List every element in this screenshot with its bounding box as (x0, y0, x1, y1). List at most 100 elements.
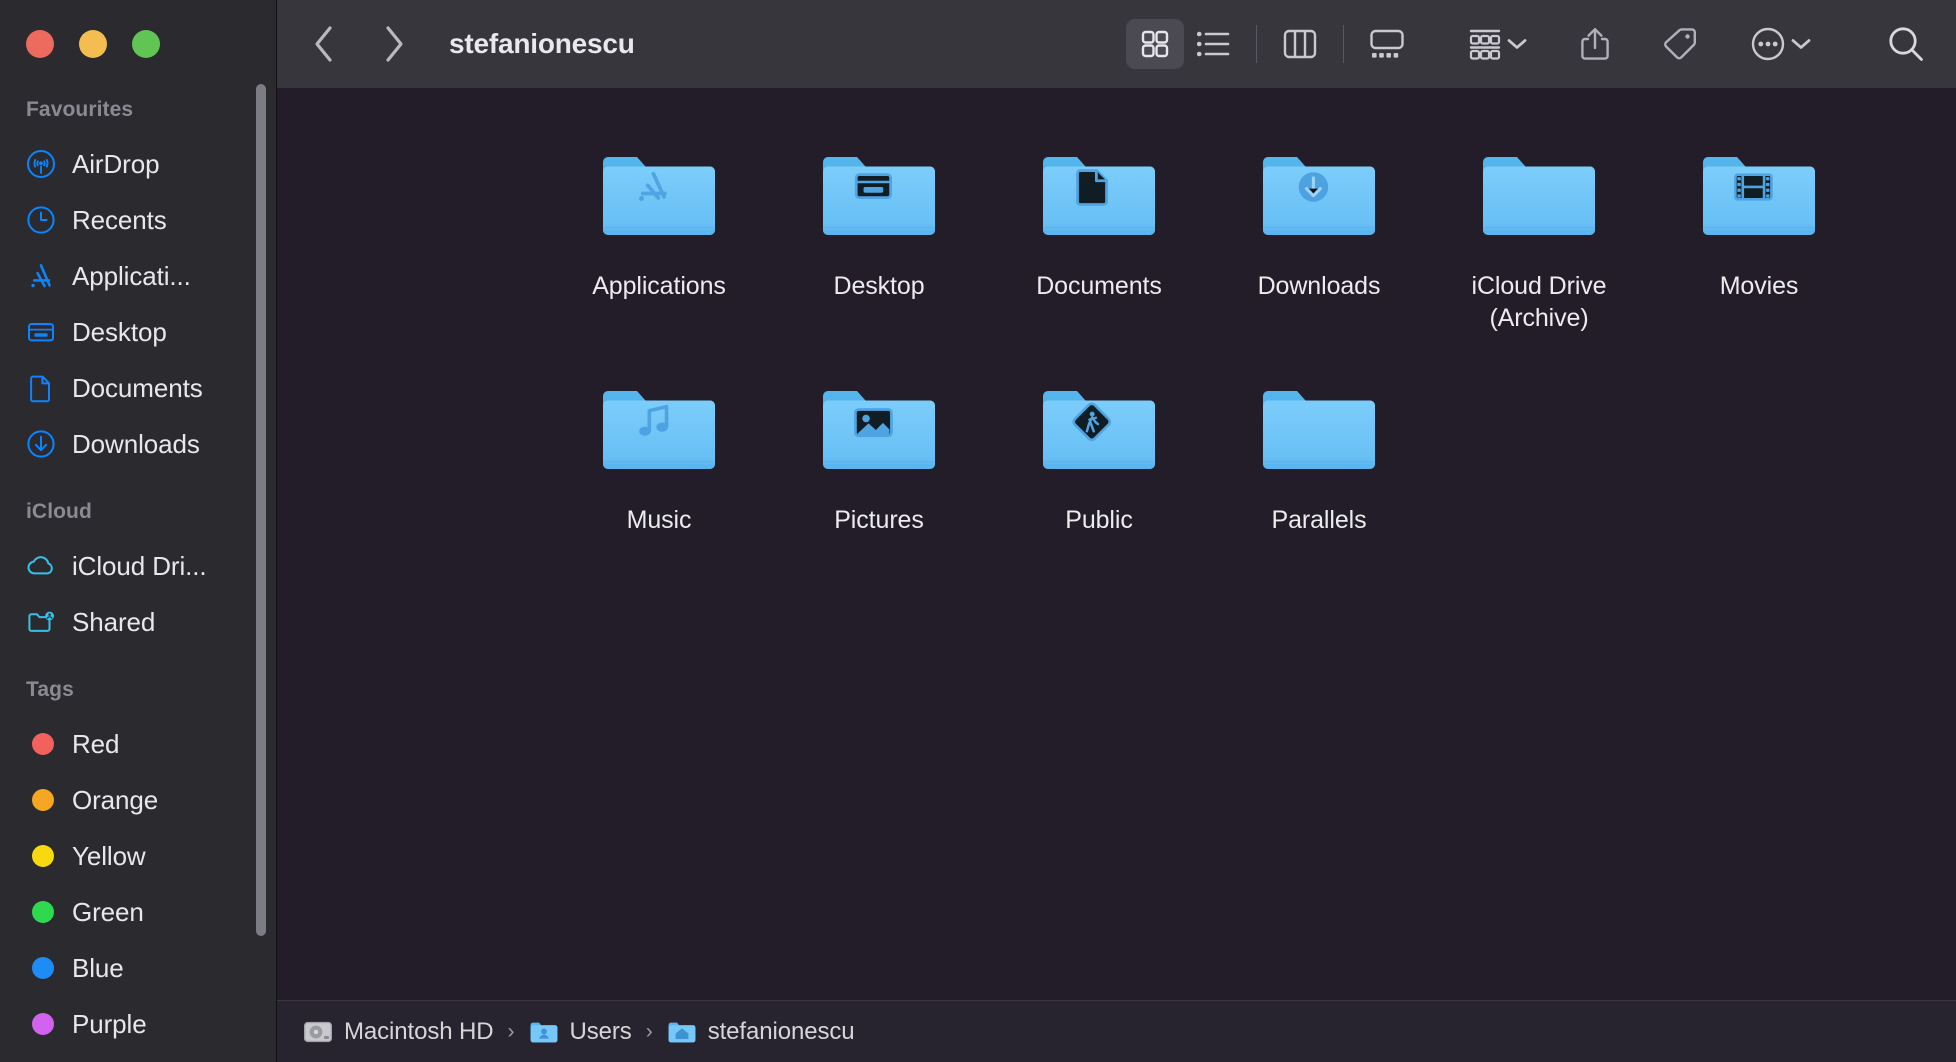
sidebar-item-label: iCloud Dri... (72, 550, 207, 581)
sidebar-item-desktop[interactable]: Desktop (0, 304, 276, 360)
file-item-label: Pictures (834, 506, 924, 534)
sidebar-section-title: iCloud (26, 500, 92, 523)
sidebar-item-label: Documents (72, 372, 203, 403)
sidebar-item-red[interactable]: Red (0, 716, 276, 772)
file-item-label: Movies (1719, 272, 1799, 300)
sidebar-item-applicati[interactable]: Applicati... (0, 248, 276, 304)
tag-dot-icon (26, 897, 56, 927)
breadcrumb-item[interactable]: Macintosh HD (303, 1018, 494, 1046)
sidebar-section-title: Tags (26, 678, 74, 701)
traffic-lights (0, 0, 276, 62)
breadcrumb-label: Users (569, 1017, 632, 1045)
clock-icon (26, 205, 56, 235)
search-button[interactable] (1886, 24, 1926, 64)
path-bar: Macintosh HD › Users › stefanionescu (277, 1000, 1956, 1062)
sidebar-section-favourites: Favourites AirDrop Recents Applicati... … (0, 98, 276, 472)
breadcrumb-label: stefanionescu (707, 1017, 855, 1045)
breadcrumb-label: Macintosh HD (344, 1017, 494, 1045)
sidebar-item-label: Yellow (72, 840, 146, 871)
file-item[interactable]: Music (549, 358, 769, 560)
main-pane: stefanionescu Applications Desktop Docum… (276, 0, 1956, 1062)
sidebar-item-airdrop[interactable]: AirDrop (0, 136, 276, 192)
file-item[interactable]: Parallels (1209, 358, 1429, 560)
view-switcher (1126, 19, 1416, 69)
sidebar-item-label: Orange (72, 784, 159, 815)
window-title: stefanionescu (449, 28, 635, 59)
toolbar-actions (1416, 24, 1926, 64)
sidebar-item-label: AirDrop (72, 148, 160, 179)
sidebar-item-green[interactable]: Green (0, 884, 276, 940)
forward-button[interactable] (373, 23, 415, 65)
breadcrumb-item[interactable]: stefanionescu (667, 1018, 855, 1046)
sidebar-item-icloud-dri[interactable]: iCloud Dri... (0, 538, 276, 594)
file-item-label: iCloud Drive (Archive) (1471, 272, 1607, 332)
close-window-button[interactable] (26, 30, 54, 58)
folder-icon (817, 144, 941, 248)
sidebar-item-label: Shared (72, 606, 156, 637)
sidebar-item-label: Applicati... (72, 260, 191, 291)
navigation-buttons (303, 23, 415, 65)
file-item[interactable]: Pictures (769, 358, 989, 560)
group-by-button[interactable] (1468, 28, 1528, 60)
file-item[interactable]: Downloads (1209, 124, 1429, 358)
tag-dot-icon (26, 841, 56, 871)
home-folder-icon (667, 1019, 697, 1045)
shared-folder-icon (26, 607, 56, 637)
share-button[interactable] (1580, 26, 1610, 62)
folder-icon (1477, 144, 1601, 248)
folder-icon (1697, 144, 1821, 248)
toolbar: stefanionescu (277, 0, 1956, 88)
sidebar-item-label: Green (72, 896, 144, 927)
minimize-window-button[interactable] (79, 30, 107, 58)
path-separator: › (645, 1019, 653, 1043)
tag-dot-icon (26, 785, 56, 815)
file-item-label: Documents (1036, 272, 1162, 300)
maximize-window-button[interactable] (132, 30, 160, 58)
sidebar-item-orange[interactable]: Orange (0, 772, 276, 828)
cloud-icon (26, 551, 56, 581)
sidebar-item-yellow[interactable]: Yellow (0, 828, 276, 884)
folder-icon (1257, 144, 1381, 248)
sidebar-item-label: Recents (72, 204, 167, 235)
file-item-label: Downloads (1257, 272, 1381, 300)
sidebar-item-documents[interactable]: Documents (0, 360, 276, 416)
sidebar-scrollbar[interactable] (256, 84, 266, 936)
back-button[interactable] (303, 23, 345, 65)
toolbar-divider (1256, 25, 1257, 63)
sidebar-item-label: Downloads (72, 428, 200, 459)
sidebar-item-downloads[interactable]: Downloads (0, 416, 276, 472)
users-folder-icon (529, 1019, 559, 1045)
sidebar-scroll-area[interactable]: Favourites AirDrop Recents Applicati... … (0, 62, 276, 1062)
more-options-button[interactable] (1750, 26, 1812, 62)
sidebar-item-purple[interactable]: Purple (0, 996, 276, 1052)
column-view-button[interactable] (1271, 19, 1329, 69)
file-item[interactable]: Movies (1649, 124, 1869, 358)
file-item[interactable]: Applications (549, 124, 769, 358)
download-icon (26, 429, 56, 459)
list-view-button[interactable] (1184, 19, 1242, 69)
file-item[interactable]: Public (989, 358, 1209, 560)
sidebar-item-shared[interactable]: Shared (0, 594, 276, 650)
file-item-label: Music (626, 506, 692, 534)
file-item[interactable]: iCloud Drive (Archive) (1429, 124, 1649, 358)
icon-view-button[interactable] (1126, 19, 1184, 69)
sidebar-item-label: Red (72, 728, 120, 759)
folder-icon (1037, 144, 1161, 248)
breadcrumb-item[interactable]: Users (529, 1018, 632, 1046)
sidebar-item-recents[interactable]: Recents (0, 192, 276, 248)
file-item[interactable]: Desktop (769, 124, 989, 358)
toolbar-divider-2 (1343, 25, 1344, 63)
sidebar-item-label: Desktop (72, 316, 167, 347)
gallery-view-button[interactable] (1358, 19, 1416, 69)
folder-icon (817, 378, 941, 482)
tags-button[interactable] (1662, 26, 1698, 62)
file-item-label: Desktop (833, 272, 925, 300)
sidebar-item-blue[interactable]: Blue (0, 940, 276, 996)
file-item[interactable]: Documents (989, 124, 1209, 358)
file-item-label: Applications (592, 272, 726, 300)
sidebar-section-icloud: iCloud iCloud Dri... Shared (0, 500, 276, 650)
hard-disk-icon (303, 1019, 333, 1045)
file-item-label: Parallels (1271, 506, 1367, 534)
file-grid-area[interactable]: Applications Desktop Documents Downloads… (277, 88, 1956, 1000)
sidebar-item-grey[interactable]: Grey (0, 1052, 276, 1062)
